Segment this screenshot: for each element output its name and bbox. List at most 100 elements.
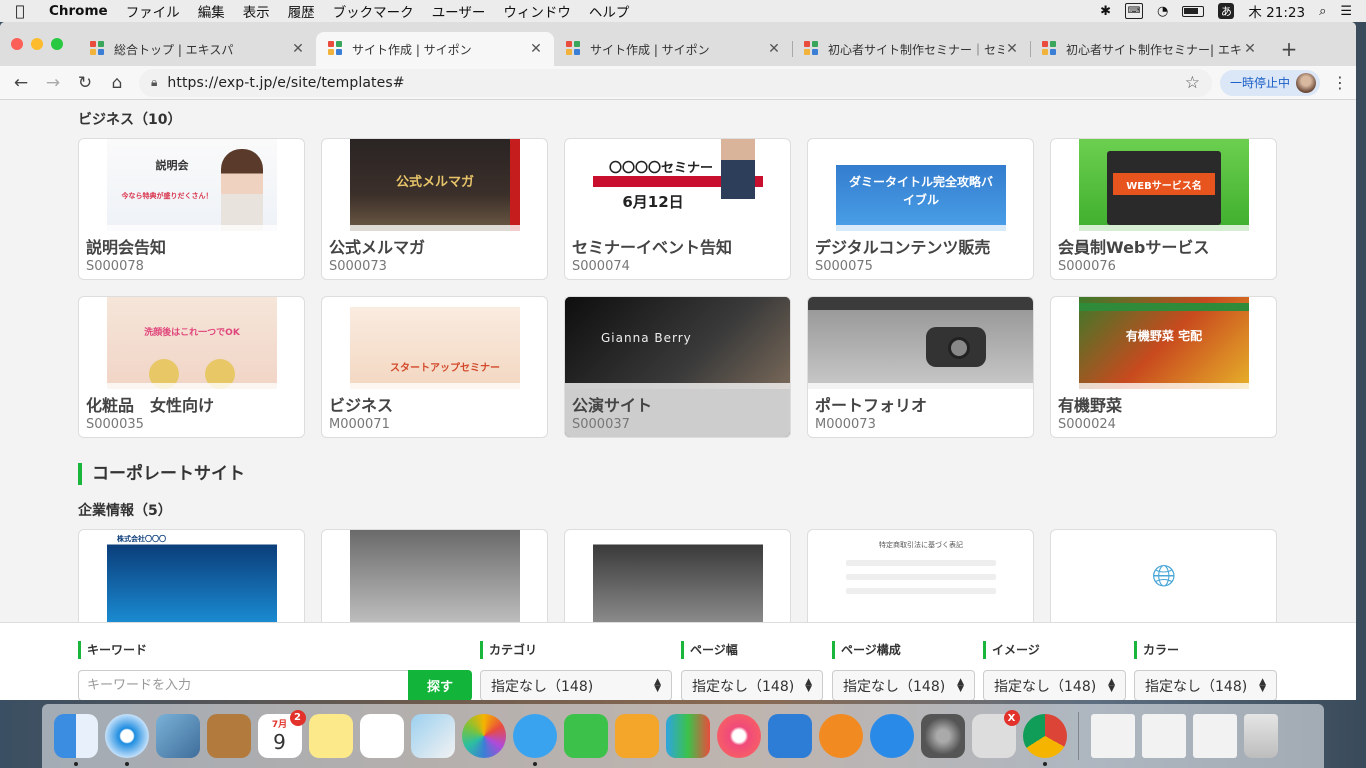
- page-structure-select[interactable]: 指定なし（148) ▲ ▼: [832, 670, 975, 700]
- select-arrows-icon: ▲ ▼: [805, 676, 812, 694]
- menu-kebab-icon[interactable]: ⋮: [1330, 73, 1350, 92]
- app-store-icon[interactable]: [869, 714, 914, 758]
- apple-menu-icon[interactable]: : [0, 2, 40, 20]
- close-window-button[interactable]: [11, 38, 23, 50]
- template-card-s000074[interactable]: 〇〇〇〇セミナー 6月12日 セミナーイベント告知 S000074: [564, 138, 791, 280]
- contacts-icon[interactable]: [206, 714, 251, 758]
- menu-history[interactable]: 履歴: [279, 1, 324, 21]
- template-card-s000035[interactable]: 洗顔後はこれ一つでOK 化粧品 女性向け S000035: [78, 296, 305, 438]
- mail-icon[interactable]: [155, 714, 200, 758]
- template-card-s000076[interactable]: WEBサービス名 会員制Webサービス S000076: [1050, 138, 1277, 280]
- close-tab-icon[interactable]: ✕: [528, 41, 544, 57]
- minimize-window-button[interactable]: [31, 38, 43, 50]
- keyword-input[interactable]: [78, 670, 409, 700]
- trash-icon[interactable]: [1243, 714, 1278, 758]
- address-bar[interactable]: 🔒︎ https://exp-t.jp/e/site/templates# ☆: [139, 68, 1212, 97]
- notes-icon[interactable]: [308, 714, 353, 758]
- lock-icon[interactable]: 🔒︎: [151, 75, 157, 90]
- template-card-s000078[interactable]: 説明会 今なら特典が盛りだくさん！ 説明会告知 S000078: [78, 138, 305, 280]
- tab-beginner-seminar-expa[interactable]: 初心者サイト制作セミナー| エキス ✕: [1030, 32, 1268, 66]
- dock-stack-document-icon[interactable]: [1141, 714, 1186, 758]
- forward-icon[interactable]: →: [37, 73, 69, 93]
- template-card-m000073[interactable]: ポートフォリオ M000073: [807, 296, 1034, 438]
- tab-title: サイト作成 | サイポン: [590, 42, 710, 57]
- tab-title: 総合トップ | エキスパ: [114, 42, 234, 57]
- back-icon[interactable]: ←: [5, 73, 37, 93]
- card-code: S000074: [572, 259, 630, 274]
- preview-icon[interactable]: [410, 714, 455, 758]
- close-tab-icon[interactable]: ✕: [766, 41, 782, 57]
- close-tab-icon[interactable]: ✕: [1242, 41, 1258, 57]
- template-thumbnail: [593, 530, 763, 622]
- template-card-m000071[interactable]: スタートアップセミナー ビジネス M000071: [321, 296, 548, 438]
- thumb-heading: スタートアップセミナー: [390, 363, 500, 374]
- menu-window[interactable]: ウィンドウ: [494, 1, 580, 21]
- pages-icon[interactable]: [614, 714, 659, 758]
- profile-paused-button[interactable]: 一時停止中: [1219, 69, 1320, 96]
- card-title: デジタルコンテンツ販売: [815, 238, 991, 257]
- system-preferences-icon[interactable]: [920, 714, 965, 758]
- itunes-icon[interactable]: [716, 714, 761, 758]
- color-select[interactable]: 指定なし（148) ▲ ▼: [1134, 670, 1277, 700]
- home-icon[interactable]: ⌂: [101, 73, 133, 93]
- card-code: S000076: [1058, 259, 1116, 274]
- facetime-icon[interactable]: [563, 714, 608, 758]
- tab-beginner-seminar[interactable]: 初心者サイト制作セミナー｜セミナ ✕: [792, 32, 1030, 66]
- menu-view[interactable]: 表示: [234, 1, 279, 21]
- dock-stack-document-icon[interactable]: [1090, 714, 1135, 758]
- input-method-icon[interactable]: あ: [1218, 3, 1235, 19]
- reload-icon[interactable]: ↻: [69, 73, 101, 93]
- battery-icon[interactable]: [1182, 5, 1205, 17]
- menu-app-chrome[interactable]: Chrome: [40, 3, 117, 19]
- new-tab-button[interactable]: +: [1272, 32, 1306, 66]
- menu-clock[interactable]: 木 21:23: [1248, 1, 1305, 21]
- category-select[interactable]: 指定なし（148) ▲ ▼: [480, 670, 672, 700]
- bookmark-star-icon[interactable]: ☆: [1185, 73, 1200, 93]
- menu-file[interactable]: ファイル: [117, 1, 189, 21]
- template-card-s000037[interactable]: Gianna Berry 公演サイト S000037: [564, 296, 791, 438]
- template-thumbnail: [808, 297, 1033, 389]
- tab-expa-top[interactable]: 総合トップ | エキスパ ✕: [78, 32, 316, 66]
- menu-people[interactable]: ユーザー: [423, 1, 495, 21]
- select-arrows-icon: ▲ ▼: [1259, 676, 1266, 694]
- tab-title: サイト作成 | サイポン: [352, 42, 472, 57]
- tab-site-create[interactable]: サイト作成 | サイポン ✕: [554, 32, 792, 66]
- template-card-s000024[interactable]: 有機野菜 宅配 有機野菜 S000024: [1050, 296, 1277, 438]
- template-card-s000075[interactable]: ダミータイトル完全攻略バイブル デジタルコンテンツ販売 S000075: [807, 138, 1034, 280]
- page-width-select[interactable]: 指定なし（148) ▲ ▼: [681, 670, 823, 700]
- menu-edit[interactable]: 編集: [189, 1, 234, 21]
- close-tab-icon[interactable]: ✕: [290, 41, 306, 57]
- spotlight-search-icon[interactable]: ⌕: [1319, 4, 1326, 19]
- category-select-value: 指定なし（148): [491, 678, 594, 695]
- photos-icon[interactable]: [461, 714, 506, 758]
- image-select[interactable]: 指定なし（148) ▲ ▼: [983, 670, 1126, 700]
- wifi-icon[interactable]: ◔: [1157, 4, 1168, 19]
- keynote-icon[interactable]: [767, 714, 812, 758]
- keyboard-icon[interactable]: ⌨: [1125, 3, 1144, 19]
- zoom-window-button[interactable]: [51, 38, 63, 50]
- safari-icon[interactable]: [104, 714, 149, 766]
- finder-icon[interactable]: [53, 714, 98, 766]
- calendar-icon[interactable]: 7月 9 2: [257, 710, 306, 758]
- tab-site-create-active[interactable]: サイト作成 | サイポン ✕: [316, 32, 554, 66]
- ibooks-icon[interactable]: [818, 714, 863, 758]
- disabled-app-icon[interactable]: X: [971, 710, 1020, 758]
- url-text[interactable]: https://exp-t.jp/e/site/templates#: [167, 75, 1184, 91]
- image-select-value: 指定なし（148): [994, 678, 1097, 695]
- search-button[interactable]: 探す: [408, 670, 472, 700]
- reminders-icon[interactable]: [359, 714, 404, 758]
- numbers-icon[interactable]: [665, 714, 710, 758]
- notification-center-icon[interactable]: ☰: [1340, 4, 1352, 19]
- template-card-s000073[interactable]: 公式メルマガ 公式メルマガ S000073: [321, 138, 548, 280]
- dock-stack-document-icon[interactable]: [1192, 714, 1237, 758]
- filter-bar: キーワード 探す カテゴリ 指定なし（148) ▲▼ ページ幅 指定なし（148…: [0, 622, 1356, 700]
- bluetooth-icon[interactable]: ✱: [1100, 4, 1111, 19]
- menu-bookmarks[interactable]: ブックマーク: [324, 1, 423, 21]
- menu-help[interactable]: ヘルプ: [580, 1, 639, 21]
- close-tab-icon[interactable]: ✕: [1004, 41, 1020, 57]
- messages-icon[interactable]: [512, 714, 557, 766]
- disabled-app-badge: X: [1003, 710, 1020, 726]
- chrome-icon[interactable]: [1022, 714, 1067, 766]
- card-code: S000035: [86, 417, 144, 432]
- card-title: 有機野菜: [1058, 396, 1123, 415]
